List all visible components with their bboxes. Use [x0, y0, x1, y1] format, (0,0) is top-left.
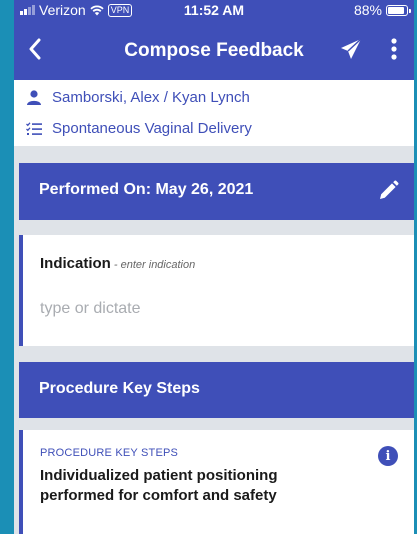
procedure-label: Spontaneous Vaginal Delivery — [52, 120, 252, 137]
procedure-key-steps-header: Procedure Key Steps — [19, 362, 414, 418]
indication-title: Indication — [40, 255, 111, 272]
performed-on-label: Performed On: May 26, 2021 — [39, 181, 254, 198]
indication-hint: - enter indication — [110, 259, 196, 271]
pencil-icon — [380, 180, 399, 199]
procedure-row: Spontaneous Vaginal Delivery — [26, 120, 252, 137]
feedback-info: Samborski, Alex / Kyan Lynch Spontaneous… — [14, 80, 414, 146]
performed-on-card[interactable]: Performed On: May 26, 2021 — [19, 163, 414, 220]
checklist-icon — [26, 121, 42, 137]
participants-label: Samborski, Alex / Kyan Lynch — [52, 89, 250, 106]
phone-screen: Verizon VPN 11:52 AM 88% Compose Feedbac… — [14, 0, 414, 534]
more-vertical-icon — [391, 38, 397, 60]
indication-header: Indication - enter indication — [40, 255, 195, 272]
more-button[interactable] — [384, 34, 404, 64]
nav-bar: Compose Feedback — [14, 20, 414, 80]
procedure-key-steps-title: Procedure Key Steps — [39, 380, 200, 397]
key-step-card[interactable]: PROCEDURE KEY STEPS Individualized patie… — [19, 430, 414, 534]
send-button[interactable] — [336, 34, 366, 64]
indication-card: Indication - enter indication — [19, 235, 414, 346]
battery-icon — [386, 4, 411, 16]
user-icon — [26, 90, 42, 106]
info-icon[interactable]: i — [378, 446, 398, 466]
paper-plane-icon — [341, 38, 362, 59]
step-text: Individualized patient positioning perfo… — [40, 467, 278, 504]
participants-row: Samborski, Alex / Kyan Lynch — [26, 89, 250, 106]
edit-date-button[interactable] — [376, 179, 400, 203]
battery-percent: 88% — [353, 2, 382, 18]
indication-input[interactable] — [40, 295, 380, 323]
status-bar: Verizon VPN 11:52 AM 88% — [14, 0, 414, 20]
step-category: PROCEDURE KEY STEPS — [40, 447, 179, 459]
